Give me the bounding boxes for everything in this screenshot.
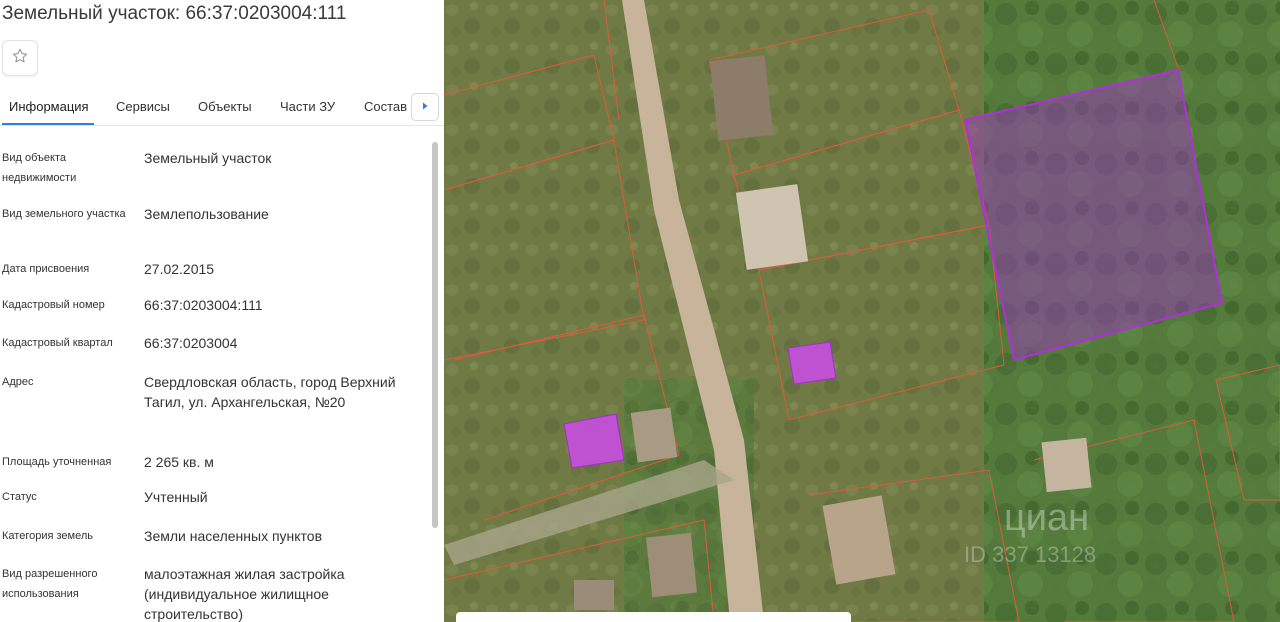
property-label: Категория земель: [2, 530, 93, 542]
star-icon: [11, 47, 29, 70]
property-value: 27.02.2015: [144, 261, 215, 277]
property-label: Адрес: [2, 376, 34, 388]
property-value: 2 265 кв. м: [144, 454, 214, 470]
property-value: Земли населенных пунктов: [144, 528, 323, 544]
panel-scrollbar[interactable]: [432, 142, 438, 528]
properties-list: Вид объекта недвижимости Земельный участ…: [0, 126, 430, 622]
building-highlight[interactable]: [563, 413, 625, 469]
satellite-map[interactable]: циан ID 337 13128: [444, 0, 1280, 622]
property-value: Свердловская область, город Верхний Таги…: [144, 374, 396, 410]
property-value: Учтенный: [144, 489, 208, 505]
property-value: Землепользование: [144, 206, 269, 222]
property-label: Кадастровый квартал: [2, 337, 113, 349]
property-value: 66:37:0203004:111: [144, 297, 263, 313]
property-value: 66:37:0203004: [144, 335, 238, 351]
tab-services[interactable]: Сервисы: [116, 99, 170, 114]
property-label: Статус: [2, 491, 37, 503]
property-value: Земельный участок: [144, 150, 272, 166]
tab-parcel-parts[interactable]: Части ЗУ: [280, 99, 335, 114]
tab-composition[interactable]: Состав: [364, 99, 407, 114]
favorite-button[interactable]: [2, 40, 38, 76]
chevron-right-icon: [420, 98, 430, 116]
property-label: Площадь уточненная: [2, 456, 112, 468]
building-highlight[interactable]: [787, 341, 837, 385]
property-label: Вид разрешенного использования: [2, 568, 98, 600]
tab-information[interactable]: Информация: [9, 99, 89, 114]
property-label: Дата присвоения: [2, 263, 90, 275]
info-panel: Земельный участок: 66:37:0203004:111 Инф…: [0, 0, 444, 622]
tab-objects[interactable]: Объекты: [198, 99, 252, 114]
active-tab-indicator: [2, 123, 94, 125]
watermark-logo: циан: [1004, 497, 1089, 539]
property-label: Вид земельного участка: [2, 208, 126, 220]
property-value: малоэтажная жилая застройка (индивидуаль…: [144, 566, 345, 622]
map-bottom-sheet-handle[interactable]: [456, 612, 851, 622]
tab-bar: Информация Сервисы Объекты Части ЗУ Сост…: [0, 92, 444, 126]
page-title: Земельный участок: 66:37:0203004:111: [2, 3, 347, 24]
watermark-id: ID 337 13128: [964, 542, 1096, 567]
property-label: Вид объекта недвижимости: [2, 152, 77, 184]
map-canvas: циан ID 337 13128: [444, 0, 1280, 622]
property-label: Кадастровый номер: [2, 299, 105, 311]
tabs-scroll-right-button[interactable]: [411, 93, 439, 121]
